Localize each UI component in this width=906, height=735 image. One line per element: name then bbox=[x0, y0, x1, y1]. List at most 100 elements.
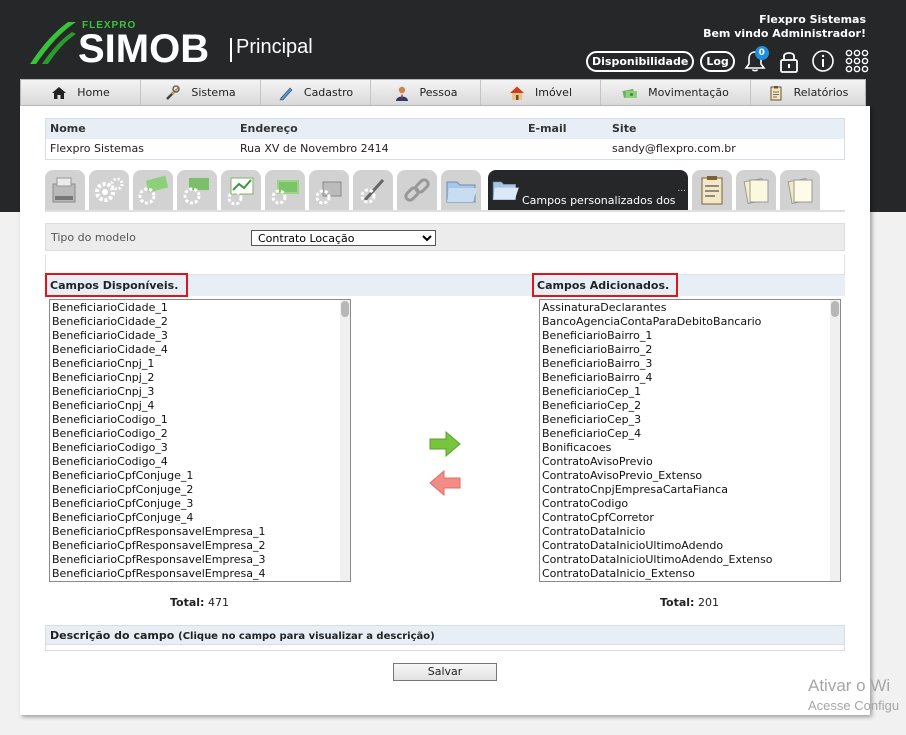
added-item[interactable]: ContratoDataInicioUltimoAdendo_Extenso bbox=[542, 553, 840, 567]
field-description-header: Descrição do campo (Clique no campo para… bbox=[45, 625, 845, 645]
notifications-button[interactable]: 0 bbox=[741, 46, 769, 75]
available-fields-list[interactable]: BeneficiarioCidade_1 BeneficiarioCidade_2… bbox=[49, 299, 351, 582]
tab-14[interactable] bbox=[780, 170, 820, 210]
fields-header: Campos Disponíveis. Campos Adicionados. bbox=[45, 273, 845, 297]
checklist-icon bbox=[701, 176, 723, 205]
log-button[interactable]: Log bbox=[700, 50, 735, 72]
added-item[interactable]: ContratoAvisoPrevio bbox=[542, 455, 840, 469]
added-item[interactable]: ContratoAvisoPrevio_Extenso bbox=[542, 469, 840, 483]
tab-2[interactable] bbox=[89, 170, 129, 210]
model-type-select[interactable]: Contrato Locação bbox=[251, 230, 436, 246]
remove-field-arrow-icon[interactable] bbox=[428, 470, 462, 496]
documents-icon-2 bbox=[787, 178, 813, 204]
brand-divider bbox=[230, 38, 232, 62]
available-item[interactable]: BeneficiarioCodigo_2 bbox=[52, 427, 350, 441]
main-menu: Home Sistema Cadastro Pessoa Imóvel Movi… bbox=[20, 79, 866, 106]
added-item[interactable]: BeneficiarioBairro_3 bbox=[542, 357, 840, 371]
available-item[interactable]: BeneficiarioCpfResponsavelEmpresa_4 bbox=[52, 567, 350, 581]
config-tabs: Campos personalizados dos ... bbox=[45, 170, 845, 210]
available-fields-scrollbar[interactable] bbox=[340, 300, 350, 581]
company-site-cell: sandy@flexpro.com.br bbox=[612, 142, 736, 155]
tab-8[interactable] bbox=[353, 170, 393, 210]
added-item[interactable]: BeneficiarioBairro_2 bbox=[542, 343, 840, 357]
tab-9[interactable] bbox=[397, 170, 437, 210]
available-item[interactable]: BeneficiarioCpfResponsavelEmpresa_1 bbox=[52, 525, 350, 539]
menu-pessoa-label: Pessoa bbox=[419, 86, 458, 99]
added-item[interactable]: BeneficiarioBairro_4 bbox=[542, 371, 840, 385]
available-item[interactable]: BeneficiarioCodigo_4 bbox=[52, 455, 350, 469]
tab-12[interactable] bbox=[692, 170, 732, 210]
money-stack-gears-icon bbox=[271, 180, 299, 205]
added-item[interactable]: ContratoCodigo bbox=[542, 497, 840, 511]
added-item[interactable]: ContratoDataInicio_Extenso bbox=[542, 567, 840, 581]
available-item[interactable]: BeneficiarioCnpj_2 bbox=[52, 371, 350, 385]
added-fields-scrollbar[interactable] bbox=[830, 300, 840, 581]
added-item[interactable]: ContratoCpfCorretor bbox=[542, 511, 840, 525]
available-item[interactable]: BeneficiarioCpfConjuge_2 bbox=[52, 483, 350, 497]
available-item[interactable]: BeneficiarioCidade_1 bbox=[52, 301, 350, 315]
tab-6[interactable] bbox=[265, 170, 305, 210]
tab-5[interactable] bbox=[221, 170, 261, 210]
lock-button[interactable] bbox=[775, 47, 803, 75]
company-address-cell: Rua XV de Novembro 2414 bbox=[240, 142, 389, 155]
available-item[interactable]: BeneficiarioCodigo_3 bbox=[52, 441, 350, 455]
column-address-header: Endereço bbox=[240, 122, 298, 135]
menu-relatorios[interactable]: Relatórios bbox=[751, 80, 865, 105]
available-item[interactable]: BeneficiarioCpfConjuge_1 bbox=[52, 469, 350, 483]
available-item[interactable]: BeneficiarioCidade_2 bbox=[52, 315, 350, 329]
tab-campos-personalizados[interactable]: Campos personalizados dos ... bbox=[488, 170, 688, 210]
available-item[interactable]: BeneficiarioCnpj_1 bbox=[52, 357, 350, 371]
menu-pessoa[interactable]: Pessoa bbox=[371, 80, 481, 105]
menu-imovel-label: Imóvel bbox=[534, 86, 573, 99]
available-item[interactable]: BeneficiarioCpfConjuge_4 bbox=[52, 511, 350, 525]
added-item[interactable]: BeneficiarioBairro_1 bbox=[542, 329, 840, 343]
added-fields-list[interactable]: AssinaturaDeclarantes BancoAgenciaContaPa… bbox=[539, 299, 841, 582]
top-actions: Disponibilidade Log 0 bbox=[586, 46, 871, 75]
added-item[interactable]: BeneficiarioCep_1 bbox=[542, 385, 840, 399]
tab-10[interactable] bbox=[441, 170, 481, 210]
menu-home[interactable]: Home bbox=[21, 80, 141, 105]
available-fields-scroll-thumb[interactable] bbox=[341, 301, 349, 317]
availability-button[interactable]: Disponibilidade bbox=[586, 50, 695, 72]
add-field-arrow-icon[interactable] bbox=[428, 431, 462, 457]
save-button[interactable]: Salvar bbox=[393, 663, 497, 681]
added-item[interactable]: AssinaturaDeclarantes bbox=[542, 301, 840, 315]
added-item[interactable]: ContratoDataInicio bbox=[542, 525, 840, 539]
menu-sistema[interactable]: Sistema bbox=[141, 80, 261, 105]
available-item[interactable]: BeneficiarioCpfConjuge_3 bbox=[52, 497, 350, 511]
added-item[interactable]: ContratoDataInicioUltimoAdendo bbox=[542, 539, 840, 553]
available-item[interactable]: BeneficiarioCnpj_4 bbox=[52, 399, 350, 413]
added-item[interactable]: Bonificacoes bbox=[542, 441, 840, 455]
added-item[interactable]: BeneficiarioCep_2 bbox=[542, 399, 840, 413]
tab-7[interactable] bbox=[309, 170, 349, 210]
available-item[interactable]: BeneficiarioCidade_3 bbox=[52, 329, 350, 343]
menu-imovel[interactable]: Imóvel bbox=[481, 80, 601, 105]
tab-1[interactable] bbox=[45, 170, 85, 210]
menu-cadastro[interactable]: Cadastro bbox=[261, 80, 371, 105]
chain-link-icon bbox=[404, 178, 430, 202]
available-item[interactable]: BeneficiarioCodigo_1 bbox=[52, 413, 350, 427]
available-item[interactable]: BeneficiarioCpfResponsavelEmpresa_2 bbox=[52, 539, 350, 553]
added-fields-scroll-thumb[interactable] bbox=[831, 301, 839, 317]
available-item[interactable]: BeneficiarioCpfResponsavelEmpresa_3 bbox=[52, 553, 350, 567]
tab-13[interactable] bbox=[736, 170, 776, 210]
menu-movimentacao[interactable]: Movimentação bbox=[601, 80, 751, 105]
tab-ellipsis: ... bbox=[677, 184, 686, 194]
added-item[interactable]: BancoAgenciaContaParaDebitoBancario bbox=[542, 315, 840, 329]
cash-register-icon bbox=[52, 177, 76, 203]
notification-badge: 0 bbox=[754, 46, 769, 60]
available-item[interactable]: BeneficiarioCidade_4 bbox=[52, 343, 350, 357]
added-item[interactable]: ContratoCnpjEmpresaCartaFianca bbox=[542, 483, 840, 497]
added-item[interactable]: BeneficiarioCep_3 bbox=[542, 413, 840, 427]
added-item[interactable]: BeneficiarioCep_4 bbox=[542, 427, 840, 441]
available-item[interactable]: BeneficiarioCnpj_3 bbox=[52, 385, 350, 399]
tab-3[interactable] bbox=[133, 170, 173, 210]
apps-button[interactable] bbox=[843, 47, 871, 75]
tab-4[interactable] bbox=[177, 170, 217, 210]
simob-logo[interactable]: FLEXPRO SIMOB Principal bbox=[28, 18, 328, 70]
info-button[interactable] bbox=[809, 47, 837, 75]
available-total-label: Total: bbox=[170, 596, 205, 609]
tab-campos-personalizados-label: Campos personalizados dos bbox=[522, 194, 676, 207]
brand-section: Principal bbox=[236, 36, 313, 58]
clipboard-icon bbox=[770, 85, 782, 100]
